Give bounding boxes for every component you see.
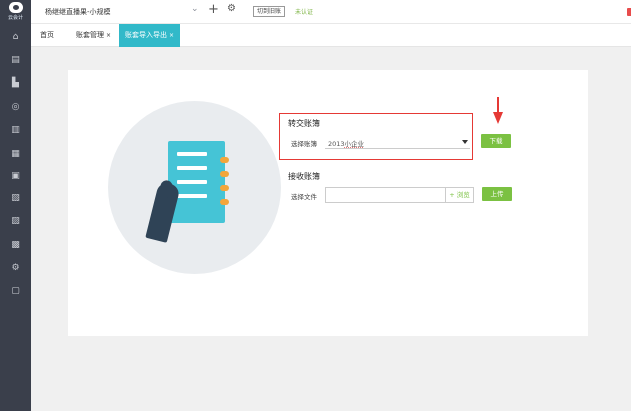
tab-label: 首页: [40, 31, 54, 39]
tab-bar: 首页 账套管理 × 账套导入导出 ×: [31, 24, 631, 47]
document-illustration-icon: [168, 141, 225, 223]
cloud-logo-icon: [8, 2, 23, 13]
doc-line: [177, 166, 207, 170]
doc-line: [177, 180, 207, 184]
binder-ring: [220, 199, 229, 205]
settings-icon[interactable]: ⚙: [9, 261, 22, 274]
close-icon[interactable]: ×: [106, 32, 111, 39]
tab-account-set-management[interactable]: 账套管理 ×: [76, 24, 111, 47]
export-icon[interactable]: ▢: [9, 284, 22, 297]
doc-line: [177, 194, 207, 198]
sidebar: 云会计 ⌂ ▤ ▙ ◎ ▥ ▦ ▣ ▧ ▨ ▩ ⚙ ▢: [0, 0, 31, 411]
close-icon[interactable]: ×: [169, 32, 174, 39]
company-name[interactable]: 杨继继直播果-小规模: [45, 7, 111, 17]
select-value-type: 小企业: [344, 140, 365, 148]
tab-home[interactable]: 首页: [40, 24, 54, 47]
voucher-icon[interactable]: ▤: [9, 53, 22, 66]
home-icon[interactable]: ⌂: [9, 30, 22, 43]
app-logo[interactable]: 云会计: [2, 2, 29, 22]
file-path-input[interactable]: [325, 187, 446, 203]
select-account-label: 选择账簿: [291, 140, 317, 148]
chart-icon[interactable]: ▙: [9, 76, 22, 89]
doc-line: [177, 152, 207, 156]
gear-icon[interactable]: ⚙: [227, 3, 236, 14]
add-icon[interactable]: +: [208, 2, 219, 17]
report-icon[interactable]: ▦: [9, 147, 22, 160]
caret-down-icon[interactable]: [462, 140, 468, 144]
tab-label: 账套管理: [76, 31, 104, 39]
select-file-label: 选择文件: [291, 193, 317, 201]
upload-button[interactable]: 上传: [482, 187, 512, 201]
gift-icon[interactable]: [627, 8, 631, 16]
money-icon[interactable]: ◎: [9, 100, 22, 113]
select-value-year: 2013: [328, 140, 345, 148]
logo-text: 云会计: [7, 15, 23, 21]
transfer-title: 转交账簿: [288, 119, 320, 128]
chevron-down-icon[interactable]: ⌄: [191, 4, 199, 14]
tax-icon[interactable]: ▩: [9, 238, 22, 251]
arrow-head-icon: [493, 112, 503, 124]
tab-account-import-export[interactable]: 账套导入导出 ×: [119, 24, 181, 47]
print-icon[interactable]: ▨: [9, 214, 22, 227]
binder-ring: [220, 171, 229, 177]
tab-label: 账套导入导出: [125, 31, 167, 39]
bank-icon[interactable]: ▧: [9, 191, 22, 204]
ledger-icon[interactable]: ▥: [9, 123, 22, 136]
asset-icon[interactable]: ▣: [9, 169, 22, 182]
select-value: 2013小企业: [328, 138, 364, 148]
receive-title: 接收账簿: [288, 172, 320, 181]
binder-ring: [220, 157, 229, 163]
switch-old-account-button[interactable]: 切到旧账: [253, 6, 286, 17]
binder-ring: [220, 185, 229, 191]
top-header: 杨继继直播果-小规模 ⌄ + ⚙ 切到旧账 未认证 每周: [31, 0, 631, 24]
browse-button[interactable]: + 浏览: [446, 187, 474, 203]
account-select[interactable]: 2013小企业: [325, 136, 470, 149]
download-button[interactable]: 下载: [481, 134, 511, 148]
unverified-status[interactable]: 未认证: [295, 7, 313, 16]
